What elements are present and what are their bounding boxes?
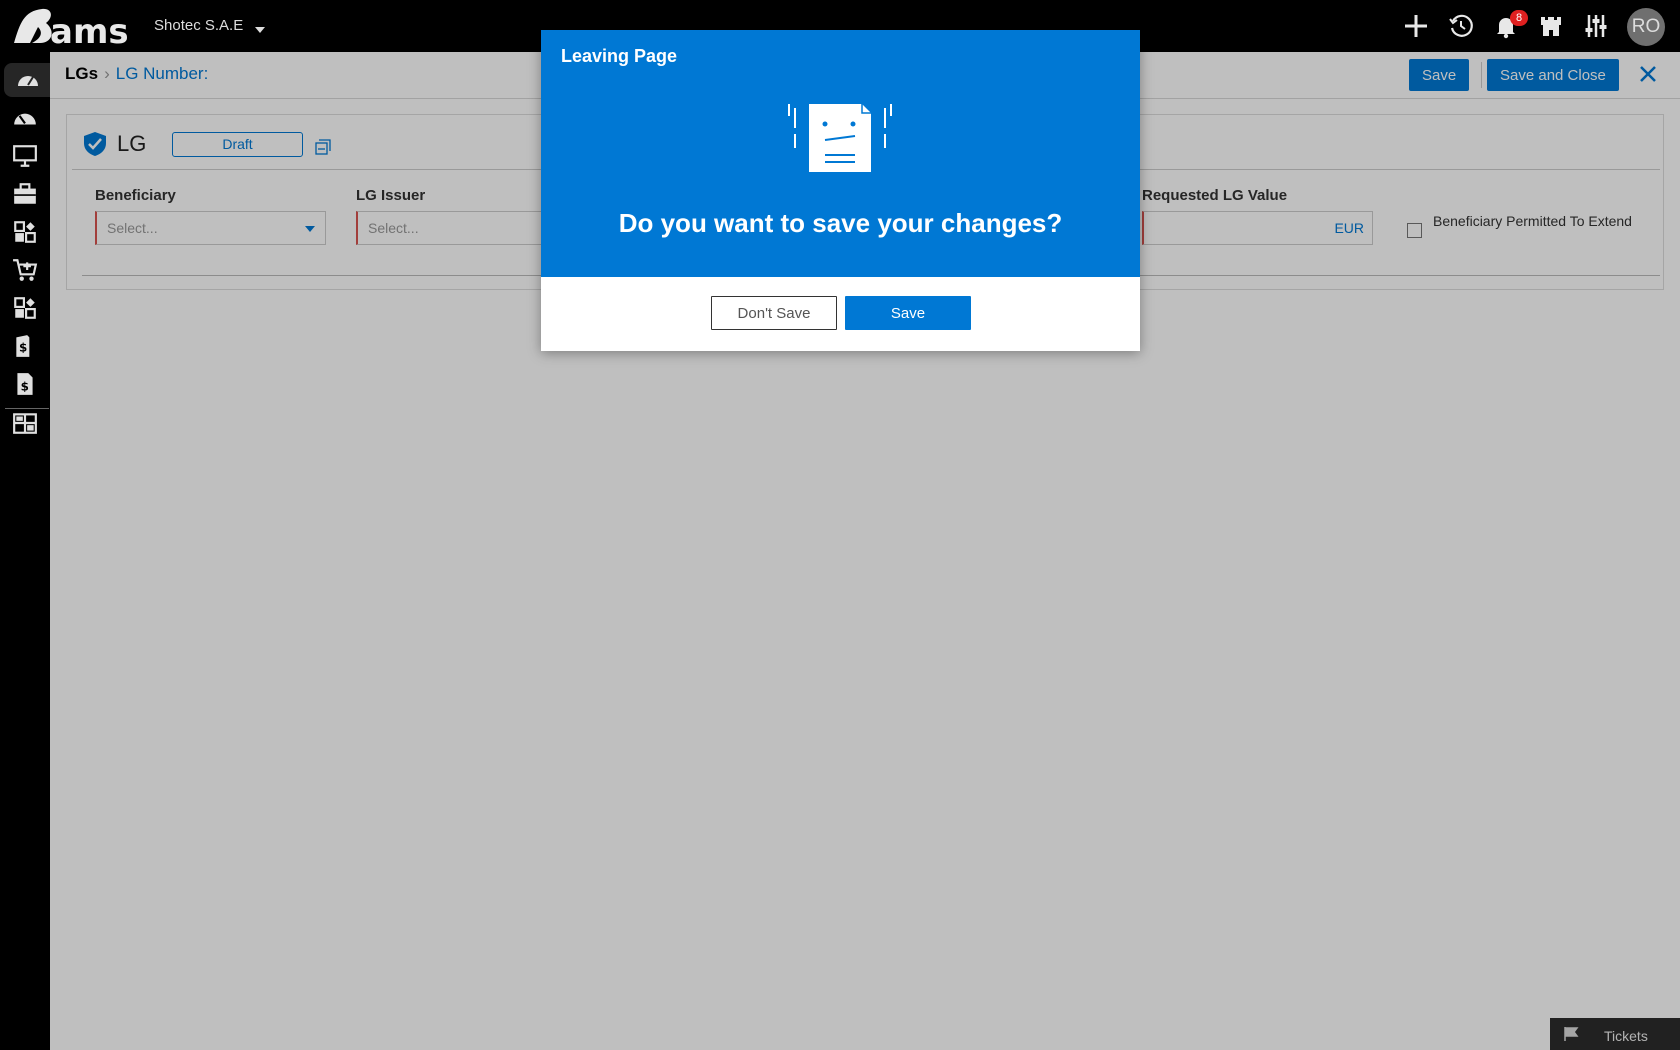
- dialog-question: Do you want to save your changes?: [618, 208, 1063, 238]
- dialog-title: Leaving Page: [561, 46, 678, 66]
- dialog-save-button[interactable]: Save: [845, 296, 971, 330]
- monitor-icon[interactable]: [12, 143, 38, 169]
- money-doc-icon[interactable]: $: [12, 333, 38, 359]
- dialog-header: Leaving Page Do you want to save your ch…: [541, 30, 1140, 277]
- reports-icon[interactable]: [12, 410, 38, 436]
- svg-text:$: $: [19, 340, 27, 354]
- svg-text:ams: ams: [50, 12, 129, 51]
- sidebar-item-dashboard[interactable]: [4, 63, 50, 97]
- company-selector[interactable]: Shotec S.A.E: [154, 17, 266, 34]
- modules-alt-icon[interactable]: [12, 295, 38, 321]
- cart-icon[interactable]: [12, 257, 38, 283]
- dashboard-icon: [18, 76, 38, 86]
- notification-badge: 8: [1510, 10, 1528, 26]
- history-icon[interactable]: [1448, 13, 1474, 39]
- leaving-page-dialog: Leaving Page Do you want to save your ch…: [541, 30, 1140, 351]
- chevron-down-icon: [255, 27, 266, 33]
- plus-icon[interactable]: [1403, 13, 1429, 39]
- modules-icon[interactable]: [12, 219, 38, 245]
- gauge-icon[interactable]: [12, 105, 38, 131]
- sliders-icon[interactable]: [1583, 13, 1609, 39]
- invoice-icon[interactable]: $: [12, 371, 38, 397]
- castle-icon[interactable]: [1538, 13, 1564, 39]
- dont-save-button[interactable]: Don't Save: [711, 296, 837, 330]
- briefcase-icon[interactable]: [12, 181, 38, 207]
- left-sidebar: $ $: [0, 52, 50, 1050]
- svg-text:$: $: [21, 380, 29, 394]
- rams-logo[interactable]: ams: [10, 3, 132, 51]
- user-avatar[interactable]: RO: [1627, 8, 1665, 46]
- sidebar-divider: [5, 408, 49, 409]
- sad-document-icon: [788, 104, 892, 172]
- company-name: Shotec S.A.E: [154, 17, 244, 34]
